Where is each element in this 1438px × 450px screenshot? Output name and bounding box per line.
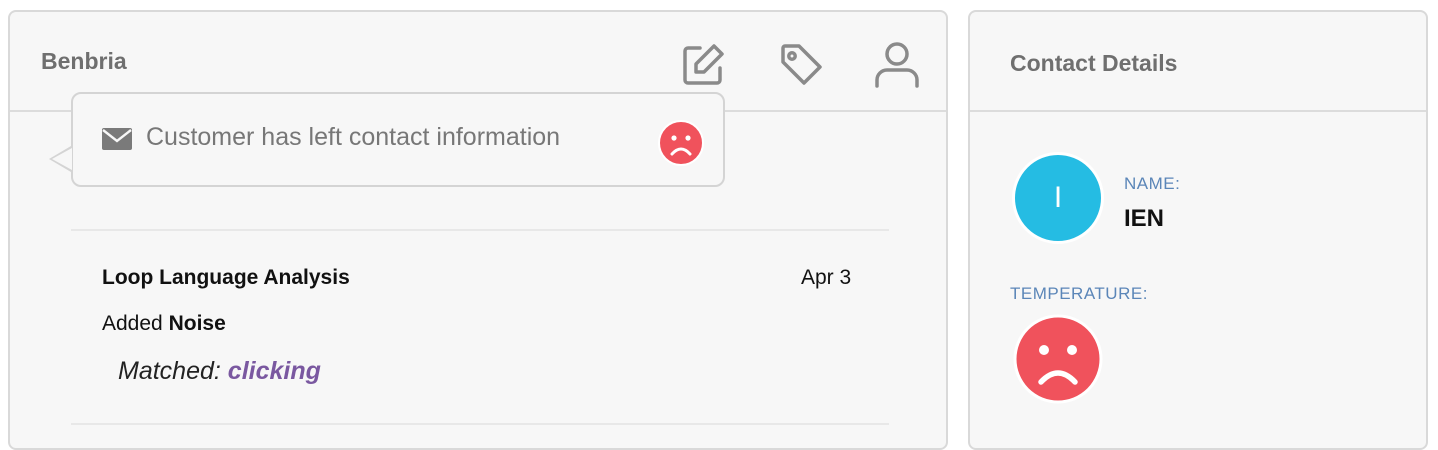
contact-header: Contact Details [970,12,1426,112]
conversation-panel: Benbria Customer has left contact inform… [8,10,948,450]
contact-title: Contact Details [1010,50,1178,76]
sad-face-icon [658,120,704,166]
matched-label: Matched: [118,357,221,385]
bubble-text: Customer has left contact information [146,123,561,151]
sad-face-icon [1013,314,1103,404]
avatar: I [1012,152,1104,244]
conversation-title: Benbria [41,48,127,74]
added-value: Noise [168,312,226,335]
contact-panel: Contact Details I NAME: IEN TEMPERATURE: [968,10,1428,450]
matched-keyword: clicking [227,357,321,385]
matched-line: Matched: clicking [118,357,321,386]
mail-icon [102,128,132,150]
entry-title: Loop Language Analysis [102,266,350,289]
divider [71,423,889,425]
edit-icon[interactable] [678,40,728,90]
added-prefix: Added [102,312,163,335]
entry-added: Added Noise [102,312,226,336]
temperature-label: TEMPERATURE: [1010,284,1148,303]
divider [71,229,889,231]
name-label: NAME: [1124,174,1181,193]
tag-icon[interactable] [776,40,826,90]
name-value: IEN [1124,205,1165,232]
user-icon[interactable] [872,40,922,90]
entry-date: Apr 3 [801,266,852,289]
